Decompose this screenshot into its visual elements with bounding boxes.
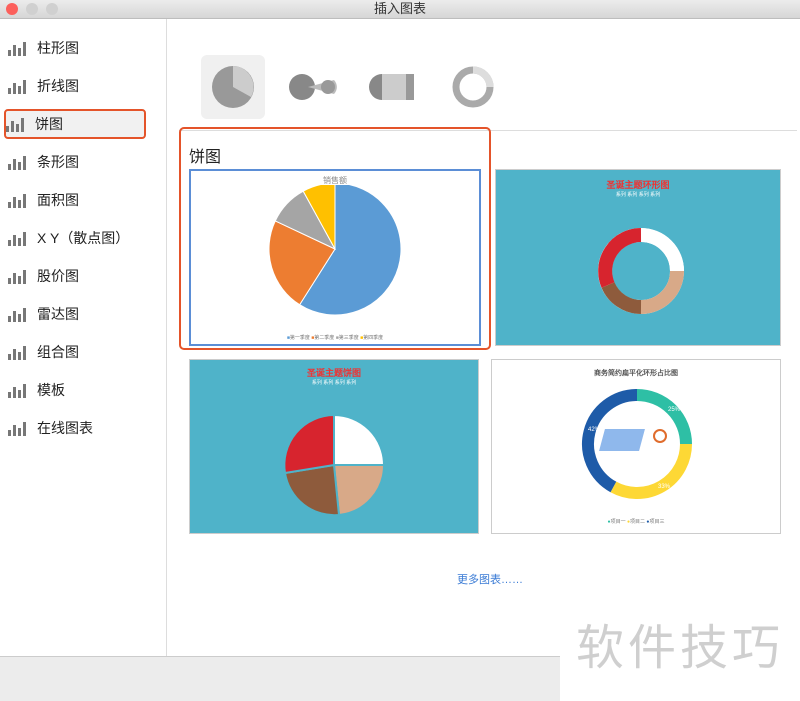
slice-项目二 <box>610 443 692 499</box>
documents-illustration <box>599 429 667 451</box>
watermark: 软件技巧 <box>560 585 800 701</box>
chart-title: 商务简约扁平化环形占比图 <box>594 370 678 377</box>
sidebar-item-9[interactable]: 模板 <box>8 375 145 405</box>
template-basic-pie[interactable]: 销售额 ■第一季度 ■第二季度 ■第三季度 ■第四季度 <box>189 169 481 346</box>
legend: ■第一季度 ■第二季度 ■第三季度 ■第四季度 <box>286 335 384 341</box>
type-pie[interactable] <box>201 55 265 119</box>
sidebar-item-label: 柱形图 <box>37 40 79 56</box>
sidebar-item-2[interactable]: 饼图 <box>4 109 146 139</box>
sidebar-item-1[interactable]: 折线图 <box>8 71 145 101</box>
ring-label-item1: 25% <box>668 407 681 413</box>
sidebar-item-8[interactable]: 组合图 <box>8 337 145 367</box>
sidebar-item-label: 在线图表 <box>37 420 93 436</box>
legend: 系列 系列 系列 系列 <box>311 380 357 386</box>
legend: ●项目一 ●项目二 ●项目三 <box>607 519 665 525</box>
exploded-pie-icon <box>289 74 337 100</box>
chart-type-icon <box>8 230 28 246</box>
type-bar-of-pie[interactable] <box>361 55 425 119</box>
bottom-bar <box>0 656 560 701</box>
minimize-button[interactable] <box>26 3 38 15</box>
chart-type-icon <box>8 382 28 398</box>
chart-type-icon <box>6 116 26 132</box>
template-christmas-doughnut[interactable]: 圣诞主题环形图 系列 系列 系列 系列 <box>495 169 781 346</box>
sidebar-item-0[interactable]: 柱形图 <box>8 33 145 63</box>
pie-icon <box>212 66 254 108</box>
sidebar-item-label: 条形图 <box>37 154 79 170</box>
type-doughnut[interactable] <box>441 55 505 119</box>
sidebar-item-label: 雷达图 <box>37 306 79 322</box>
chart-type-icon <box>8 40 28 56</box>
sidebar-item-label: 面积图 <box>37 192 79 208</box>
sidebar-item-7[interactable]: 雷达图 <box>8 299 145 329</box>
chart-title: 圣诞主题饼图 <box>306 368 361 378</box>
sidebar-item-4[interactable]: 面积图 <box>8 185 145 215</box>
sidebar-item-3[interactable]: 条形图 <box>8 147 145 177</box>
template-business-doughnut[interactable]: 商务简约扁平化环形占比图 25% 33% 42% ●项目一 ●项目二 ●项目三 <box>491 359 781 534</box>
sidebar-item-label: 股价图 <box>37 268 79 284</box>
section-title: 饼图 <box>189 149 222 166</box>
doughnut-chart <box>598 228 684 314</box>
zoom-button[interactable] <box>46 3 58 15</box>
sidebar-item-label: X Y（散点图） <box>37 230 130 246</box>
sidebar-item-label: 模板 <box>37 382 65 398</box>
type-exploded-pie[interactable] <box>281 55 345 119</box>
ring-label-item3: 42% <box>588 427 601 433</box>
pie-chart <box>268 185 402 316</box>
title-bar: 插入图表 <box>0 0 800 19</box>
sidebar-item-5[interactable]: X Y（散点图） <box>8 223 145 253</box>
sidebar-item-label: 折线图 <box>37 78 79 94</box>
pie-chart <box>283 413 386 517</box>
close-button[interactable] <box>6 3 18 15</box>
chart-type-icon <box>8 420 28 436</box>
template-christmas-pie[interactable]: 圣诞主题饼图 系列 系列 系列 系列 <box>189 359 479 534</box>
bar-of-pie-icon <box>369 74 414 100</box>
chart-type-sidebar: 柱形图折线图饼图条形图面积图 X Y（散点图） 股价图雷达图组合图模板在线图表 <box>0 19 167 656</box>
chart-type-icon <box>8 154 28 170</box>
chart-type-icon <box>8 344 28 360</box>
legend: 系列 系列 系列 系列 <box>615 192 661 198</box>
sidebar-item-label: 饼图 <box>35 116 63 132</box>
ring-label-item2: 33% <box>658 484 671 490</box>
more-charts-link[interactable]: 更多图表…… <box>457 571 523 587</box>
slice-项目一 <box>636 389 692 445</box>
chart-type-icon <box>8 78 28 94</box>
chart-type-icon <box>8 306 28 322</box>
doughnut-icon <box>452 66 494 108</box>
chart-gallery: 饼图 销售额 ■第一季度 ■第二季度 ■第三季度 ■第四季度 圣诞主题环形图 系… <box>167 19 797 656</box>
doughnut-chart <box>582 389 692 499</box>
sidebar-item-label: 组合图 <box>37 344 79 360</box>
sidebar-item-6[interactable]: 股价图 <box>8 261 145 291</box>
sidebar-item-10[interactable]: 在线图表 <box>8 413 145 443</box>
chart-type-icon <box>8 268 28 284</box>
chart-type-icon <box>8 192 28 208</box>
chart-title: 圣诞主题环形图 <box>606 180 670 190</box>
window-title: 插入图表 <box>373 1 426 16</box>
